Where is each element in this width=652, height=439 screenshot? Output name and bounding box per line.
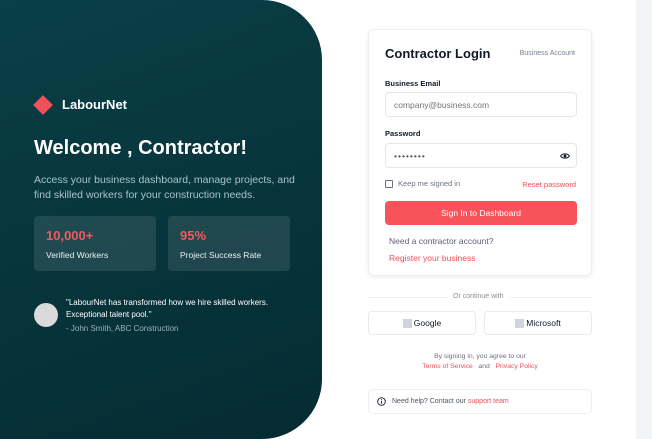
google-icon xyxy=(402,318,412,328)
help-text: Need help? Contact our support team xyxy=(392,398,509,405)
need-account-text: Need a contractor account? xyxy=(389,236,494,246)
microsoft-icon xyxy=(515,318,525,328)
stat-card-workers: 10,000+ Verified Workers xyxy=(34,216,156,271)
testimonial-author: - John Smith, ABC Construction xyxy=(66,324,179,333)
register-link[interactable]: Register your business xyxy=(389,253,475,263)
remember-label: Keep me signed in xyxy=(398,179,461,188)
welcome-description: Access your business dashboard, manage p… xyxy=(34,174,295,201)
welcome-title: Welcome , Contractor! xyxy=(34,137,247,159)
testimonial: "LabourNet has transformed how we hire s… xyxy=(34,297,288,333)
login-title: Contractor Login xyxy=(385,46,491,61)
help-prefix: Need help? Contact our xyxy=(392,398,466,405)
eye-icon[interactable] xyxy=(560,151,570,161)
logo-icon xyxy=(33,94,53,115)
email-label: Business Email xyxy=(385,79,441,88)
sign-in-button[interactable]: Sign In to Dashboard xyxy=(385,201,577,225)
microsoft-button[interactable]: Microsoft xyxy=(484,311,592,335)
password-field[interactable] xyxy=(385,143,577,168)
google-button[interactable]: Google xyxy=(368,311,476,335)
terms-of-service-link[interactable]: Terms of Service xyxy=(422,363,473,370)
stat-value: 10,000+ xyxy=(46,228,94,243)
google-label: Google xyxy=(413,318,442,328)
avatar xyxy=(34,303,58,327)
support-team-link[interactable]: support team xyxy=(468,398,509,405)
stat-value: 95% xyxy=(180,228,207,243)
help-box: Need help? Contact our support team xyxy=(368,389,592,414)
reset-password-link[interactable]: Reset password xyxy=(522,180,576,189)
account-type-label: Business Account xyxy=(519,50,575,57)
login-card: Contractor Login Business Account Busine… xyxy=(368,29,592,276)
info-icon xyxy=(377,397,386,406)
remember-checkbox[interactable] xyxy=(385,179,393,188)
hero-panel: LabourNet Welcome , Contractor! Access y… xyxy=(0,0,322,439)
brand: LabourNet xyxy=(33,94,127,115)
terms-text: By signing in, you agree to our xyxy=(434,353,526,360)
scrollbar-track[interactable] xyxy=(636,0,652,439)
stat-label: Project Success Rate xyxy=(180,250,262,260)
terms-links: Terms of Service and Privacy Policy xyxy=(368,363,592,370)
terms-and: and xyxy=(478,363,490,370)
email-field[interactable] xyxy=(385,92,577,117)
divider-text: Or continue with xyxy=(448,293,509,300)
brand-name: LabourNet xyxy=(62,97,127,112)
privacy-policy-link[interactable]: Privacy Policy xyxy=(496,363,538,370)
microsoft-label: Microsoft xyxy=(526,318,561,328)
remember-me[interactable]: Keep me signed in xyxy=(385,179,460,188)
stat-card-success: 95% Project Success Rate xyxy=(168,216,290,271)
stat-label: Verified Workers xyxy=(46,250,109,260)
password-label: Password xyxy=(385,129,421,138)
testimonial-quote: "LabourNet has transformed how we hire s… xyxy=(66,298,269,319)
